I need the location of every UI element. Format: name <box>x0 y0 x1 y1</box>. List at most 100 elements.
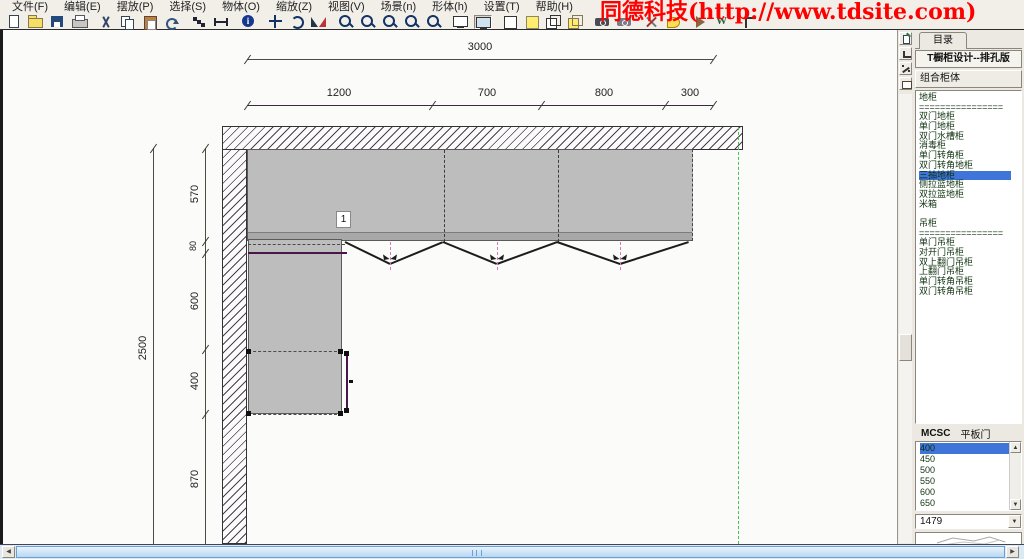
tall-cabinet[interactable] <box>248 239 342 414</box>
copy-icon[interactable] <box>119 15 137 29</box>
scroll-down-icon[interactable]: ▼ <box>1010 499 1021 510</box>
wireframe-plane-icon[interactable] <box>501 15 519 29</box>
tools-icon[interactable] <box>643 15 661 29</box>
new-file-icon[interactable] <box>4 15 22 29</box>
size-item[interactable]: 400 <box>920 443 1009 454</box>
rotate-icon[interactable] <box>288 15 306 29</box>
menu-item[interactable]: 选择(S) <box>161 0 214 14</box>
open-file-icon[interactable] <box>26 15 44 29</box>
camera-icon[interactable] <box>594 15 612 29</box>
render-view-icon[interactable] <box>474 15 492 29</box>
menu-item[interactable]: 摆放(P) <box>109 0 162 14</box>
page-edit-button[interactable] <box>899 32 912 45</box>
size-item[interactable]: 650 <box>920 498 1009 509</box>
menu-item[interactable]: 帮助(H) <box>528 0 581 14</box>
walkthrough-icon[interactable] <box>714 15 732 29</box>
canvas-vscroll-thumb[interactable] <box>899 334 912 361</box>
menu-item[interactable]: 场景(n) <box>373 0 424 14</box>
menu-item[interactable]: 缩放(Z) <box>268 0 320 14</box>
selection-handle[interactable] <box>344 351 349 356</box>
size-list[interactable]: 400450500550600650 ▲ ▼ <box>915 441 1022 511</box>
cabinet-dashed-edge <box>248 244 345 245</box>
menu-item[interactable]: 设置(T) <box>476 0 528 14</box>
wall-right-guide-line <box>738 127 739 544</box>
catalog-panel: 目录 T橱柜设计--排孔版 组合柜体 地柜================双门地… <box>913 30 1024 544</box>
zoom-extents-icon[interactable] <box>425 15 443 29</box>
shaded-plane-icon[interactable] <box>523 15 541 29</box>
selection-handle[interactable] <box>338 349 343 354</box>
canvas-vertical-scrollbar[interactable] <box>899 94 912 543</box>
cube-solid-icon[interactable] <box>567 15 585 29</box>
size-list-scrollbar[interactable]: ▲ ▼ <box>1009 442 1021 510</box>
door-centerline <box>620 242 621 270</box>
view-window-icon[interactable] <box>452 15 470 29</box>
group-cabinet-button[interactable]: 组合柜体 <box>915 70 1022 88</box>
dim-segment: 80 <box>188 241 198 251</box>
scroll-left-icon[interactable]: ◀ <box>2 546 15 558</box>
horizontal-scrollbar[interactable]: ◀ ▶ <box>0 544 1024 559</box>
menu-item[interactable]: 编辑(E) <box>56 0 109 14</box>
material-icon[interactable] <box>665 15 683 29</box>
folder-tool-button[interactable] <box>899 77 912 90</box>
zoom-in-icon[interactable] <box>337 15 355 29</box>
dim-line-total-width <box>247 59 713 60</box>
cube-wireframe-icon[interactable] <box>545 15 563 29</box>
undo-icon[interactable] <box>163 15 181 29</box>
info-icon[interactable] <box>239 15 257 29</box>
zoom-out-icon[interactable] <box>359 15 377 29</box>
catalog-item[interactable]: 双门转角吊柜 <box>919 287 1021 297</box>
panel-title: T橱柜设计--排孔版 <box>915 50 1022 68</box>
cabinet-separator <box>444 150 445 242</box>
cabinet-catalog-list[interactable]: 地柜================双门地柜单门地柜双门水槽柜消毒柜单门转角柜双… <box>915 90 1022 424</box>
size-item[interactable]: 500 <box>920 465 1009 476</box>
drawing-canvas[interactable]: 3000 1200 700 800 300 2500 570 80 600 40… <box>3 30 897 544</box>
cabinet-separator <box>558 150 559 242</box>
app-window: { "banner": { "text": "同德科技(http://www.t… <box>0 0 1024 558</box>
height-combobox[interactable]: 1479 ▼ <box>915 514 1022 529</box>
panel-tab-row: 目录 <box>915 31 1022 49</box>
upper-cabinet-run[interactable] <box>247 149 693 241</box>
menu-item[interactable]: 形体(h) <box>424 0 475 14</box>
menu-item[interactable]: 文件(F) <box>4 0 56 14</box>
scroll-right-icon[interactable]: ▶ <box>1006 546 1019 558</box>
mirror-icon[interactable] <box>310 15 328 29</box>
place-steps-icon[interactable] <box>190 15 208 29</box>
door-type-label[interactable]: 平板门 <box>960 426 990 441</box>
dim-segment: 800 <box>595 87 613 99</box>
corner-tool-button[interactable] <box>899 47 912 60</box>
combo-dropdown-icon[interactable]: ▼ <box>1008 515 1021 528</box>
size-item[interactable]: 600 <box>920 487 1009 498</box>
selection-handle[interactable] <box>338 411 343 416</box>
door-edge-line[interactable] <box>346 353 348 411</box>
cut-icon[interactable] <box>97 15 115 29</box>
size-item[interactable]: 550 <box>920 476 1009 487</box>
selection-handle[interactable] <box>344 408 349 413</box>
catalog-item[interactable]: 米箱 <box>919 200 1021 210</box>
selection-handle[interactable] <box>246 411 251 416</box>
save-icon[interactable] <box>48 15 66 29</box>
dim-segment: 300 <box>681 87 699 99</box>
selection-handle[interactable] <box>349 380 353 383</box>
light-icon[interactable] <box>692 15 710 29</box>
paste-icon[interactable] <box>141 15 159 29</box>
menu-item[interactable]: 物体(O) <box>214 0 268 14</box>
drawer-bottom-line <box>248 414 342 415</box>
selection-handle[interactable] <box>246 349 251 354</box>
menu-item[interactable]: 视图(V) <box>320 0 373 14</box>
tab-catalog[interactable]: 目录 <box>919 32 967 49</box>
zoom-previous-icon[interactable] <box>403 15 421 29</box>
dim-segment: 600 <box>189 292 201 310</box>
measure-icon[interactable] <box>212 15 230 29</box>
node-tool-button[interactable] <box>899 62 912 75</box>
corner-icon[interactable] <box>741 15 759 29</box>
move-icon[interactable] <box>266 15 284 29</box>
size-item[interactable]: 450 <box>920 454 1009 465</box>
print-icon[interactable] <box>70 15 88 29</box>
hscroll-thumb[interactable] <box>16 546 1005 558</box>
scroll-up-icon[interactable]: ▲ <box>1010 442 1021 453</box>
zoom-window-icon[interactable] <box>381 15 399 29</box>
door-centerline <box>390 242 391 270</box>
camera-target-icon[interactable] <box>616 15 634 29</box>
cabinet-top-line <box>248 252 347 254</box>
item-number-label[interactable]: 1 <box>336 211 351 228</box>
